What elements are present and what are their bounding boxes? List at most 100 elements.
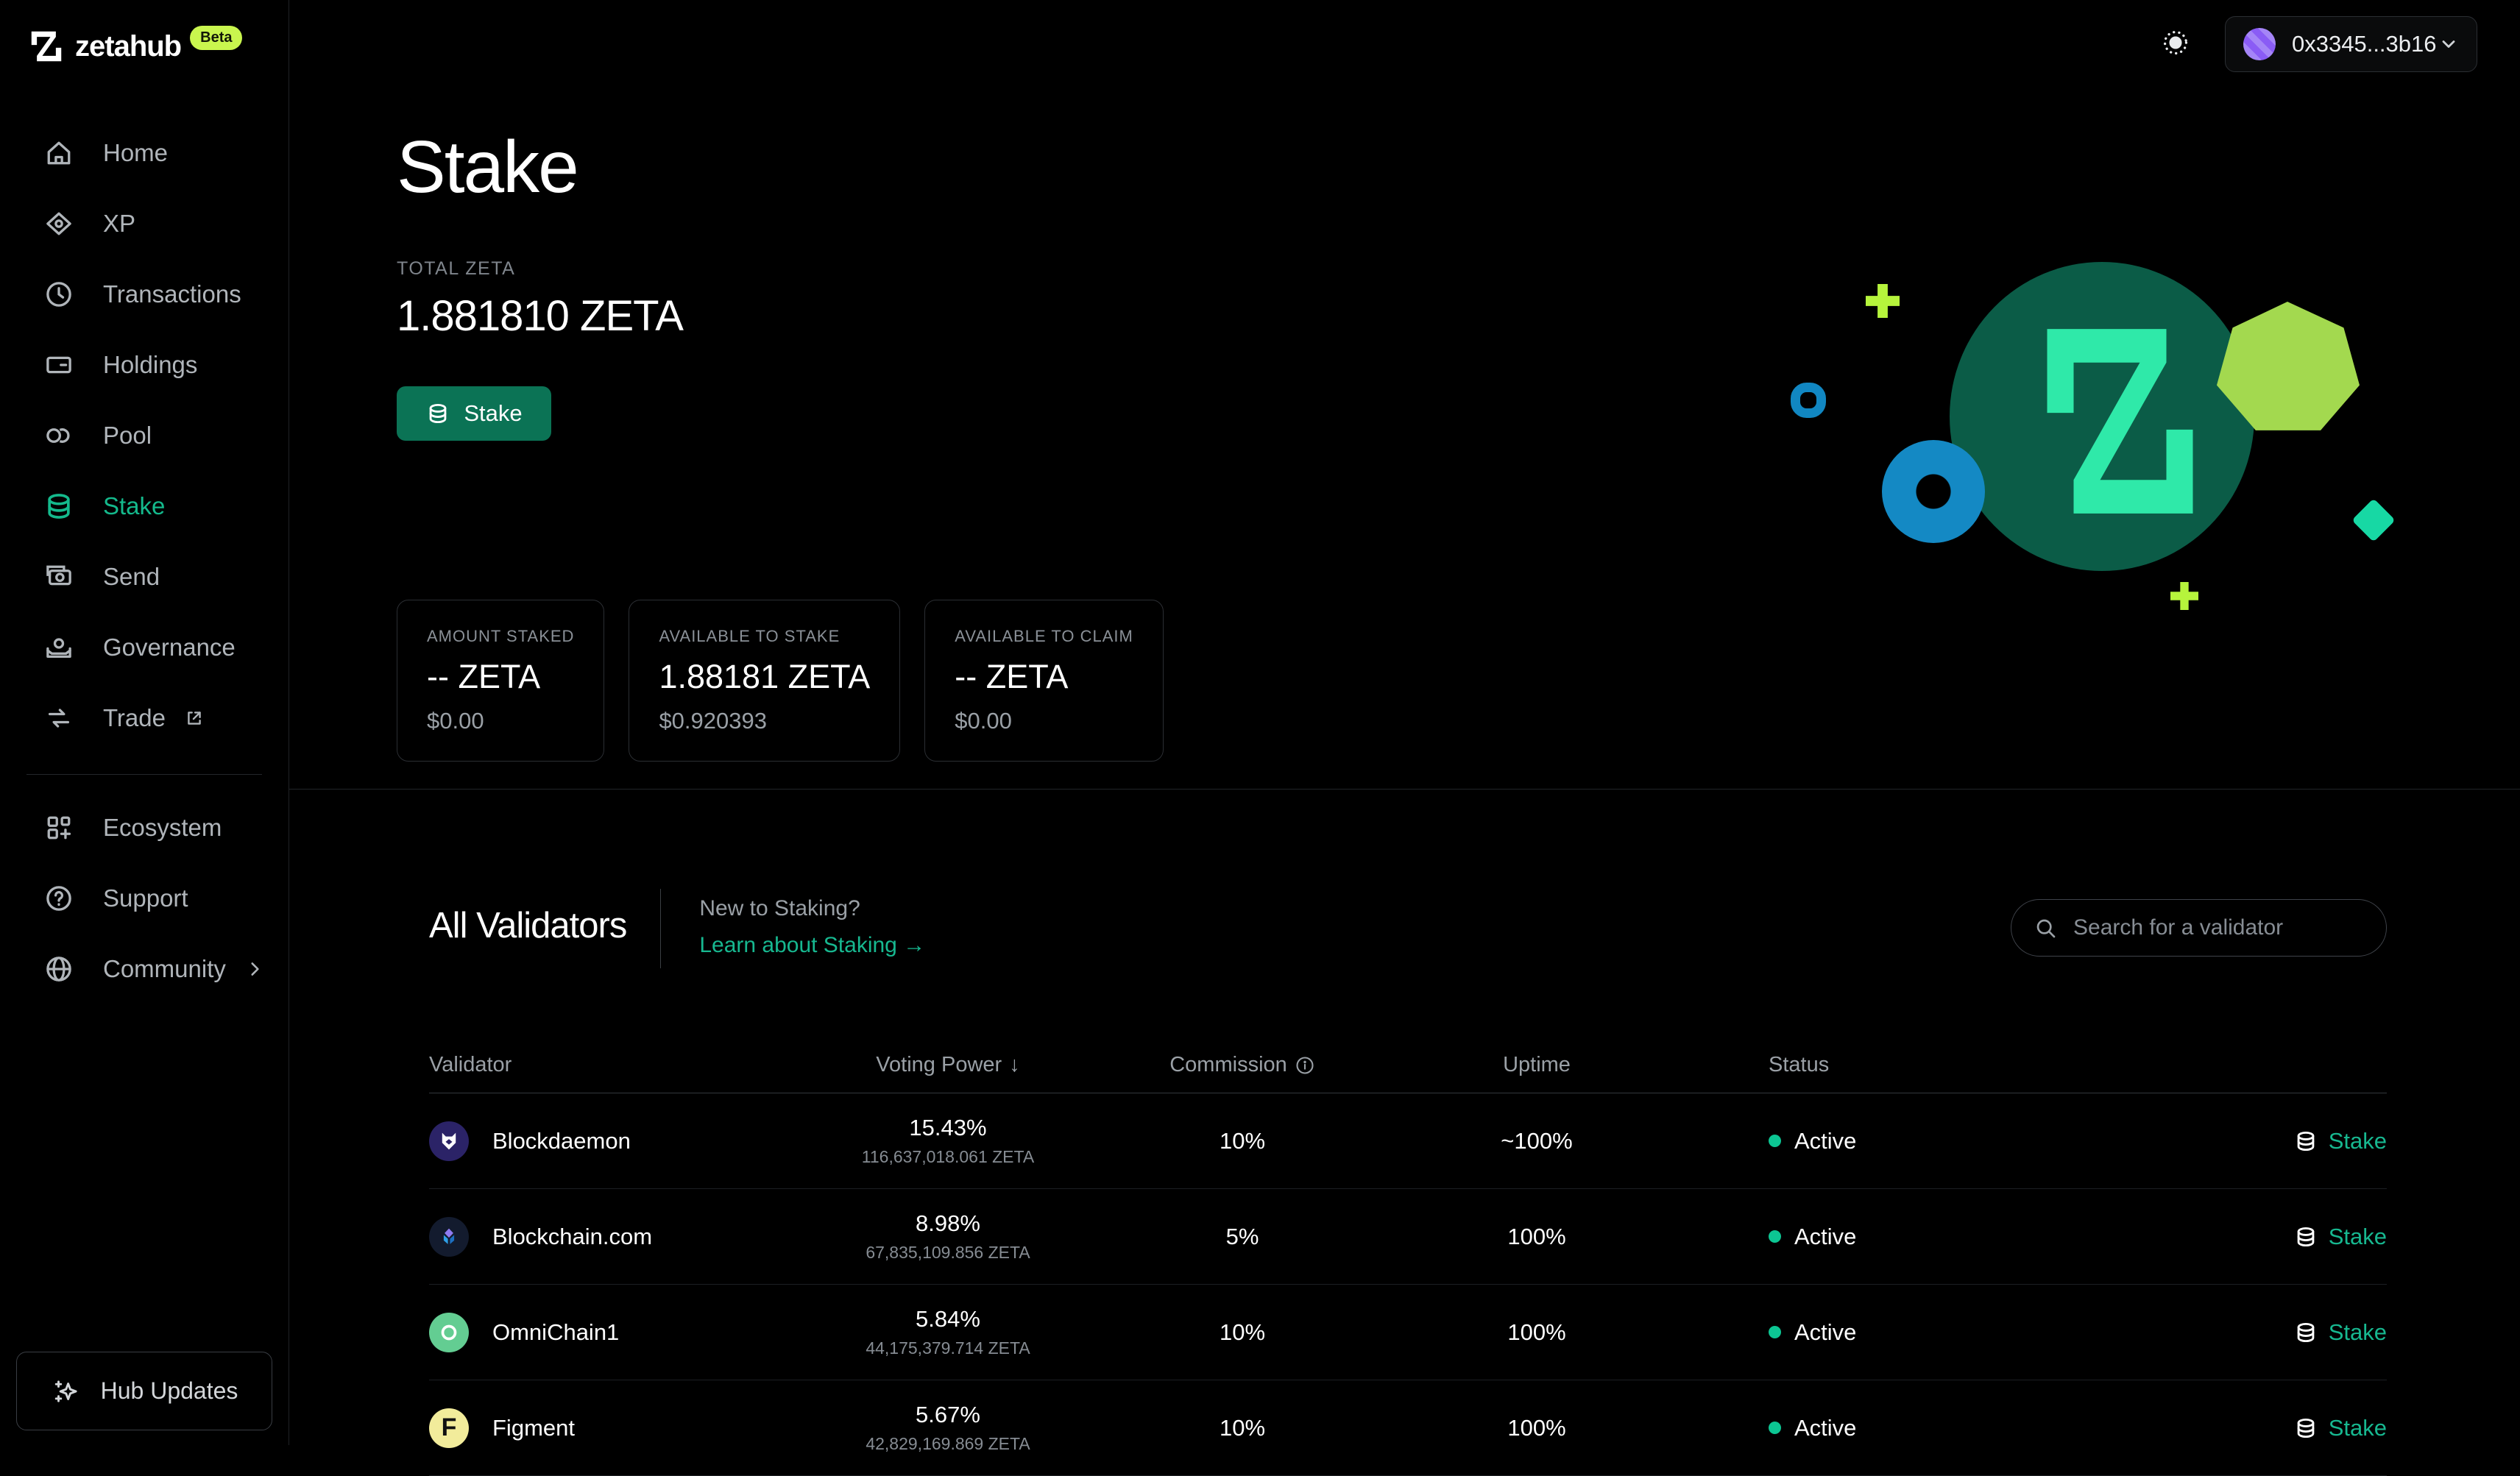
uptime-value: 100% xyxy=(1430,1319,1643,1346)
validator-name: Figment xyxy=(492,1415,575,1441)
blockdaemon-logo-icon xyxy=(436,1129,461,1154)
stat-label: AVAILABLE TO CLAIM xyxy=(955,627,1133,646)
stat-label: AMOUNT STAKED xyxy=(427,627,574,646)
stake-action-link[interactable]: Stake xyxy=(2085,1224,2387,1250)
voting-power-zeta: 42,829,169.869 ZETA xyxy=(841,1434,1055,1454)
status-label: Active xyxy=(1794,1415,1856,1441)
sidebar-item-transactions[interactable]: Transactions xyxy=(0,259,289,330)
sidebar-item-stake[interactable]: Stake xyxy=(0,471,289,542)
info-icon[interactable] xyxy=(1295,1055,1315,1076)
validator-name: OmniChain1 xyxy=(492,1319,619,1346)
learn-about-staking-link[interactable]: Learn about Staking → xyxy=(699,933,925,958)
coins-icon xyxy=(2293,1416,2318,1441)
stake-button-label: Stake xyxy=(464,400,522,427)
sidebar-item-label: Community xyxy=(103,955,226,983)
sidebar-item-label: Holdings xyxy=(103,351,197,379)
sidebar-item-label: Trade xyxy=(103,704,166,732)
col-validator: Validator xyxy=(429,1053,841,1077)
commission-value: 5% xyxy=(1055,1224,1430,1250)
sidebar-item-pool[interactable]: Pool xyxy=(0,400,289,471)
sidebar-item-governance[interactable]: Governance xyxy=(0,612,289,683)
validators-section: All Validators New to Staking? Learn abo… xyxy=(429,889,2387,1476)
coins-icon xyxy=(425,401,450,426)
stake-button[interactable]: Stake xyxy=(397,386,551,441)
validators-title: All Validators xyxy=(429,905,626,946)
stat-usd: $0.920393 xyxy=(659,708,870,734)
section-divider xyxy=(289,789,2520,790)
sidebar-item-label: Governance xyxy=(103,634,236,661)
stake-action-link[interactable]: Stake xyxy=(2085,1128,2387,1154)
sidebar-item-label: Ecosystem xyxy=(103,814,222,842)
sidebar-item-home[interactable]: Home xyxy=(0,118,289,188)
validator-row[interactable]: OmniChain1 5.84% 44,175,379.714 ZETA 10%… xyxy=(429,1285,2387,1380)
main-content: Stake TOTAL ZETA 1.881810 ZETA Stake AMO… xyxy=(289,0,2520,1445)
stat-card-available-to-claim: AVAILABLE TO CLAIM -- ZETA $0.00 xyxy=(924,600,1164,762)
pool-icon xyxy=(43,419,75,452)
stake-action-link[interactable]: Stake xyxy=(2085,1415,2387,1441)
theme-toggle-sun-icon[interactable] xyxy=(2159,26,2192,59)
voting-power-zeta: 116,637,018.061 ZETA xyxy=(841,1147,1055,1167)
sidebar-item-trade[interactable]: Trade xyxy=(0,683,289,753)
stake-stat-cards: AMOUNT STAKED -- ZETA $0.00 AVAILABLE TO… xyxy=(397,600,2520,762)
stat-label: AVAILABLE TO STAKE xyxy=(659,627,870,646)
sidebar-item-holdings[interactable]: Holdings xyxy=(0,330,289,400)
stat-usd: $0.00 xyxy=(955,708,1133,734)
external-link-icon xyxy=(185,709,204,728)
voting-power-pct: 5.67% xyxy=(841,1402,1055,1428)
sidebar-item-community[interactable]: Community xyxy=(0,934,289,1004)
clock-icon xyxy=(43,278,75,311)
card-icon xyxy=(43,349,75,381)
commission-value: 10% xyxy=(1055,1319,1430,1346)
brand-logo[interactable]: zetahub Beta xyxy=(0,0,289,63)
new-to-staking-text: New to Staking? xyxy=(699,896,925,921)
status-dot xyxy=(1769,1230,1781,1243)
commission-value: 10% xyxy=(1055,1128,1430,1154)
validator-row[interactable]: Blockdaemon 15.43% 116,637,018.061 ZETA … xyxy=(429,1093,2387,1189)
sidebar-item-ecosystem[interactable]: Ecosystem xyxy=(0,792,289,863)
hub-updates-button[interactable]: Hub Updates xyxy=(16,1352,272,1430)
validator-name: Blockchain.com xyxy=(492,1224,652,1250)
col-voting-power-label: Voting Power xyxy=(876,1053,1002,1077)
sort-desc-icon: ↓ xyxy=(1009,1053,1020,1077)
total-zeta-value: 1.881810 ZETA xyxy=(397,291,2520,341)
wallet-account-button[interactable]: 0x3345...3b16 xyxy=(2225,16,2477,72)
coins-icon xyxy=(2293,1224,2318,1249)
home-icon xyxy=(43,137,75,169)
validator-row[interactable]: Blockchain.com 8.98% 67,835,109.856 ZETA… xyxy=(429,1189,2387,1285)
zetahub-logo-icon xyxy=(29,29,63,63)
brand-name: zetahub xyxy=(75,30,181,63)
wallet-address: 0x3345...3b16 xyxy=(2292,31,2437,57)
status-label: Active xyxy=(1794,1224,1856,1250)
sidebar-nav: Home XP Transactions Holdings Pool Stake… xyxy=(0,118,289,1004)
col-voting-power[interactable]: Voting Power ↓ xyxy=(841,1053,1055,1077)
sidebar-item-label: Stake xyxy=(103,492,165,520)
staking-help: New to Staking? Learn about Staking → xyxy=(699,889,925,958)
search-input[interactable] xyxy=(2073,915,2364,940)
col-status: Status xyxy=(1643,1053,2085,1077)
wallet-avatar xyxy=(2243,28,2276,60)
chevron-right-icon xyxy=(245,959,264,979)
validator-avatar: F xyxy=(429,1408,469,1448)
sidebar-item-label: Transactions xyxy=(103,280,241,308)
search-icon xyxy=(2034,916,2057,940)
commission-value: 10% xyxy=(1055,1415,1430,1441)
uptime-value: 100% xyxy=(1430,1415,1643,1441)
sparkles-icon xyxy=(51,1376,82,1407)
stake-action-link[interactable]: Stake xyxy=(2085,1319,2387,1346)
vertical-divider xyxy=(660,889,661,968)
sidebar-item-support[interactable]: Support xyxy=(0,863,289,934)
sidebar-item-send[interactable]: Send xyxy=(0,542,289,612)
stat-value: 1.88181 ZETA xyxy=(659,658,870,696)
validator-row[interactable]: F Figment 5.67% 42,829,169.869 ZETA 10% … xyxy=(429,1380,2387,1476)
validator-avatar xyxy=(429,1313,469,1352)
sidebar-item-xp[interactable]: XP xyxy=(0,188,289,259)
sidebar-item-label: Support xyxy=(103,884,188,912)
stat-card-amount-staked: AMOUNT STAKED -- ZETA $0.00 xyxy=(397,600,604,762)
beta-badge: Beta xyxy=(190,26,242,50)
validators-header: All Validators New to Staking? Learn abo… xyxy=(429,889,2387,968)
stat-value: -- ZETA xyxy=(427,658,574,696)
validator-search[interactable] xyxy=(2011,899,2387,957)
stake-hero: Stake TOTAL ZETA 1.881810 ZETA Stake AMO… xyxy=(289,0,2520,762)
governance-icon xyxy=(43,631,75,664)
stake-action-label: Stake xyxy=(2329,1128,2387,1154)
